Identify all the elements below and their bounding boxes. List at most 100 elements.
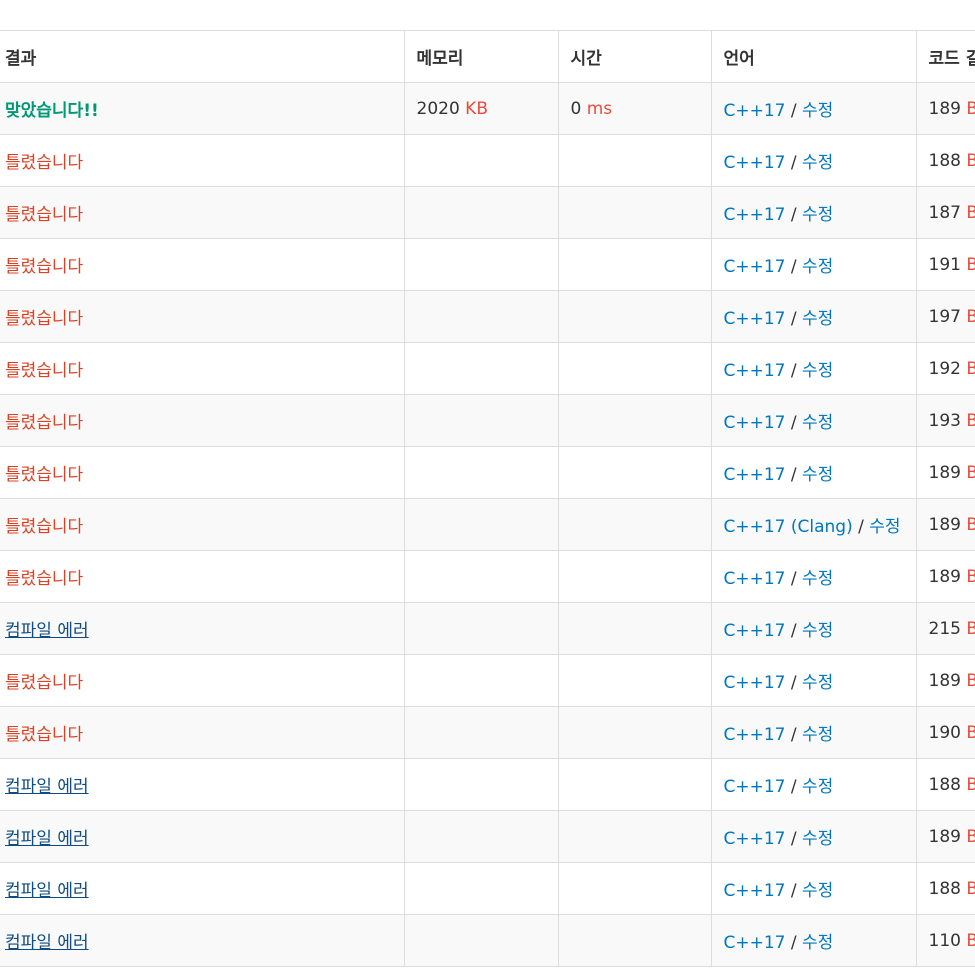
table-row: 컴파일 에러C++17 / 수정110 B [0, 914, 975, 967]
language-link[interactable]: C++17 [724, 777, 786, 797]
language-cell: C++17 / 수정 [711, 758, 917, 811]
result-cell: 컴파일 에러 [0, 810, 405, 863]
language-link[interactable]: C++17 [724, 933, 786, 953]
code-length-cell: 189 B [916, 82, 975, 135]
table-row: 컴파일 에러C++17 / 수정188 B [0, 758, 975, 811]
result-link[interactable]: 컴파일 에러 [5, 933, 89, 953]
language-link[interactable]: C++17 [724, 725, 786, 745]
code-length-unit: B [966, 619, 975, 639]
result-cell: 틀렸습니다 [0, 550, 405, 603]
language-link[interactable]: C++17 [724, 569, 786, 589]
edit-link[interactable]: 수정 [802, 205, 833, 225]
code-length-unit: B [966, 775, 975, 795]
code-length-cell: 189 B [916, 654, 975, 707]
edit-link[interactable]: 수정 [802, 881, 833, 901]
code-length-cell: 193 B [916, 394, 975, 447]
edit-link[interactable]: 수정 [802, 413, 833, 433]
language-cell: C++17 / 수정 [711, 602, 917, 655]
result-text: 틀렸습니다 [5, 517, 84, 537]
code-length-value: 191 [928, 254, 961, 275]
code-length-unit: B [966, 463, 975, 483]
separator: / [785, 361, 803, 381]
edit-link[interactable]: 수정 [802, 933, 833, 953]
edit-link[interactable]: 수정 [802, 465, 833, 485]
code-length-cell: 191 B [916, 238, 975, 291]
memory-cell [404, 862, 559, 915]
code-length-unit: B [966, 411, 975, 431]
language-cell: C++17 / 수정 [711, 342, 917, 395]
separator: / [785, 777, 803, 797]
language-link[interactable]: C++17 [724, 257, 786, 277]
language-link[interactable]: C++17 [724, 205, 786, 225]
result-text: 틀렸습니다 [5, 309, 84, 329]
separator: / [785, 881, 803, 901]
language-link[interactable]: C++17 [724, 153, 786, 173]
language-link[interactable]: C++17 [724, 673, 786, 693]
language-link[interactable]: C++17 [724, 465, 786, 485]
code-length-unit: B [966, 359, 975, 379]
result-text: 틀렸습니다 [5, 413, 84, 433]
memory-unit: KB [465, 98, 488, 119]
time-unit: ms [586, 98, 613, 119]
edit-link[interactable]: 수정 [869, 517, 900, 537]
separator: / [785, 205, 803, 225]
table-row: 틀렸습니다C++17 / 수정187 B [0, 186, 975, 239]
language-link[interactable]: C++17 [724, 101, 786, 121]
result-cell: 틀렸습니다 [0, 706, 405, 759]
memory-cell [404, 498, 559, 551]
language-cell: C++17 / 수정 [711, 914, 917, 967]
result-text: 틀렸습니다 [5, 569, 84, 589]
separator: / [785, 621, 803, 641]
edit-link[interactable]: 수정 [802, 569, 833, 589]
result-link[interactable]: 컴파일 에러 [5, 881, 89, 901]
code-length-unit: B [966, 99, 975, 119]
code-length-unit: B [966, 255, 975, 275]
edit-link[interactable]: 수정 [802, 777, 833, 797]
code-length-cell: 188 B [916, 758, 975, 811]
code-length-unit: B [966, 723, 975, 743]
result-cell: 틀렸습니다 [0, 238, 405, 291]
edit-link[interactable]: 수정 [802, 673, 833, 693]
language-link[interactable]: C++17 [724, 881, 786, 901]
result-cell: 틀렸습니다 [0, 134, 405, 187]
result-link[interactable]: 컴파일 에러 [5, 777, 89, 797]
memory-cell [404, 602, 559, 655]
time-cell [558, 498, 712, 551]
table-row: 맞았습니다!!2020 KB0 msC++17 / 수정189 B [0, 82, 975, 135]
table-row: 틀렸습니다C++17 / 수정189 B [0, 654, 975, 707]
table-row: 틀렸습니다C++17 (Clang) / 수정189 B [0, 498, 975, 551]
language-link[interactable]: C++17 [724, 309, 786, 329]
code-length-cell: 189 B [916, 810, 975, 863]
edit-link[interactable]: 수정 [802, 257, 833, 277]
code-length-unit: B [966, 671, 975, 691]
edit-link[interactable]: 수정 [802, 361, 833, 381]
memory-cell [404, 550, 559, 603]
language-link[interactable]: C++17 (Clang) [724, 517, 853, 537]
result-link[interactable]: 컴파일 에러 [5, 621, 89, 641]
time-cell [558, 862, 712, 915]
time-cell [558, 342, 712, 395]
time-cell [558, 810, 712, 863]
time-cell [558, 758, 712, 811]
edit-link[interactable]: 수정 [802, 829, 833, 849]
time-value: 0 [570, 98, 582, 119]
time-cell [558, 446, 712, 499]
code-length-cell: 188 B [916, 134, 975, 187]
edit-link[interactable]: 수정 [802, 153, 833, 173]
edit-link[interactable]: 수정 [802, 101, 833, 121]
edit-link[interactable]: 수정 [802, 621, 833, 641]
language-link[interactable]: C++17 [724, 829, 786, 849]
result-link[interactable]: 컴파일 에러 [5, 829, 89, 849]
memory-cell: 2020 KB [404, 82, 559, 135]
memory-cell [404, 394, 559, 447]
language-cell: C++17 / 수정 [711, 290, 917, 343]
code-length-cell: 189 B [916, 550, 975, 603]
language-link[interactable]: C++17 [724, 361, 786, 381]
language-link[interactable]: C++17 [724, 621, 786, 641]
edit-link[interactable]: 수정 [802, 309, 833, 329]
header-memory: 메모리 [404, 30, 559, 83]
code-length-unit: B [966, 879, 975, 899]
edit-link[interactable]: 수정 [802, 725, 833, 745]
language-link[interactable]: C++17 [724, 413, 786, 433]
separator: / [785, 933, 803, 953]
